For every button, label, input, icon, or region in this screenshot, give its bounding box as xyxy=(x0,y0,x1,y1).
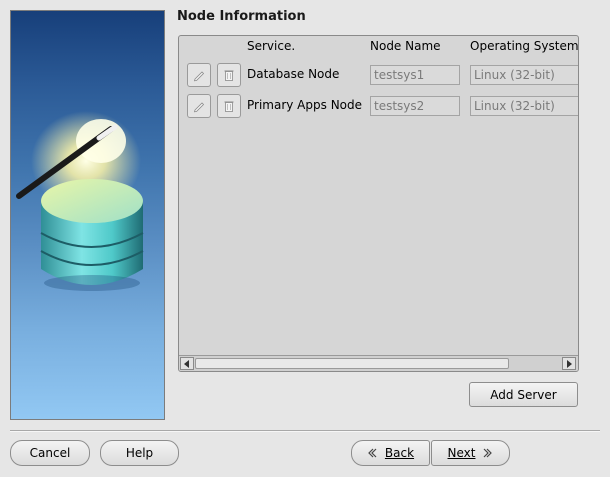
scrollbar-thumb[interactable] xyxy=(195,358,509,369)
trash-icon xyxy=(224,70,234,81)
delete-node-button[interactable] xyxy=(217,63,241,87)
add-server-button[interactable]: Add Server xyxy=(469,382,578,407)
column-header-node-name: Node Name xyxy=(370,39,441,53)
edit-node-button[interactable] xyxy=(187,63,211,87)
arrow-right-icon xyxy=(567,359,572,368)
table-row: Primary Apps Node testsys2 Linux (32-bit… xyxy=(179,93,578,119)
cancel-button[interactable]: Cancel xyxy=(10,440,90,466)
chevron-left-icon xyxy=(368,448,377,458)
service-label: Database Node xyxy=(247,67,340,81)
footer-divider xyxy=(10,430,600,432)
scroll-right-button[interactable] xyxy=(562,357,576,370)
os-field[interactable]: Linux (32-bit) xyxy=(470,96,578,116)
os-field[interactable]: Linux (32-bit) xyxy=(470,65,578,85)
table-row: Database Node testsys1 Linux (32-bit) xyxy=(179,62,578,88)
page-title: Node Information xyxy=(177,9,306,24)
chevron-right-icon xyxy=(484,448,493,458)
service-label: Primary Apps Node xyxy=(247,98,363,112)
edit-node-button[interactable] xyxy=(187,94,211,118)
horizontal-scrollbar[interactable] xyxy=(179,355,578,371)
next-button[interactable]: Next xyxy=(431,440,510,466)
column-header-service: Service. xyxy=(247,39,296,53)
back-button[interactable]: Back xyxy=(351,440,430,466)
next-label: Next xyxy=(447,446,476,460)
scroll-left-button[interactable] xyxy=(180,357,194,370)
node-name-field[interactable]: testsys2 xyxy=(370,96,460,116)
help-button[interactable]: Help xyxy=(100,440,179,466)
edit-icon xyxy=(193,71,205,82)
arrow-left-icon xyxy=(184,359,189,368)
column-header-os: Operating System xyxy=(470,39,579,53)
wizard-banner xyxy=(10,10,165,420)
back-label: Back xyxy=(384,446,415,460)
delete-node-button[interactable] xyxy=(217,94,241,118)
installer-window: Node Information Service. Node Name Oper… xyxy=(0,0,610,477)
database-wand-illustration xyxy=(16,111,144,291)
edit-icon xyxy=(193,102,205,113)
node-name-field[interactable]: testsys1 xyxy=(370,65,460,85)
node-table: Service. Node Name Operating System Data… xyxy=(178,35,579,372)
trash-icon xyxy=(224,101,234,112)
